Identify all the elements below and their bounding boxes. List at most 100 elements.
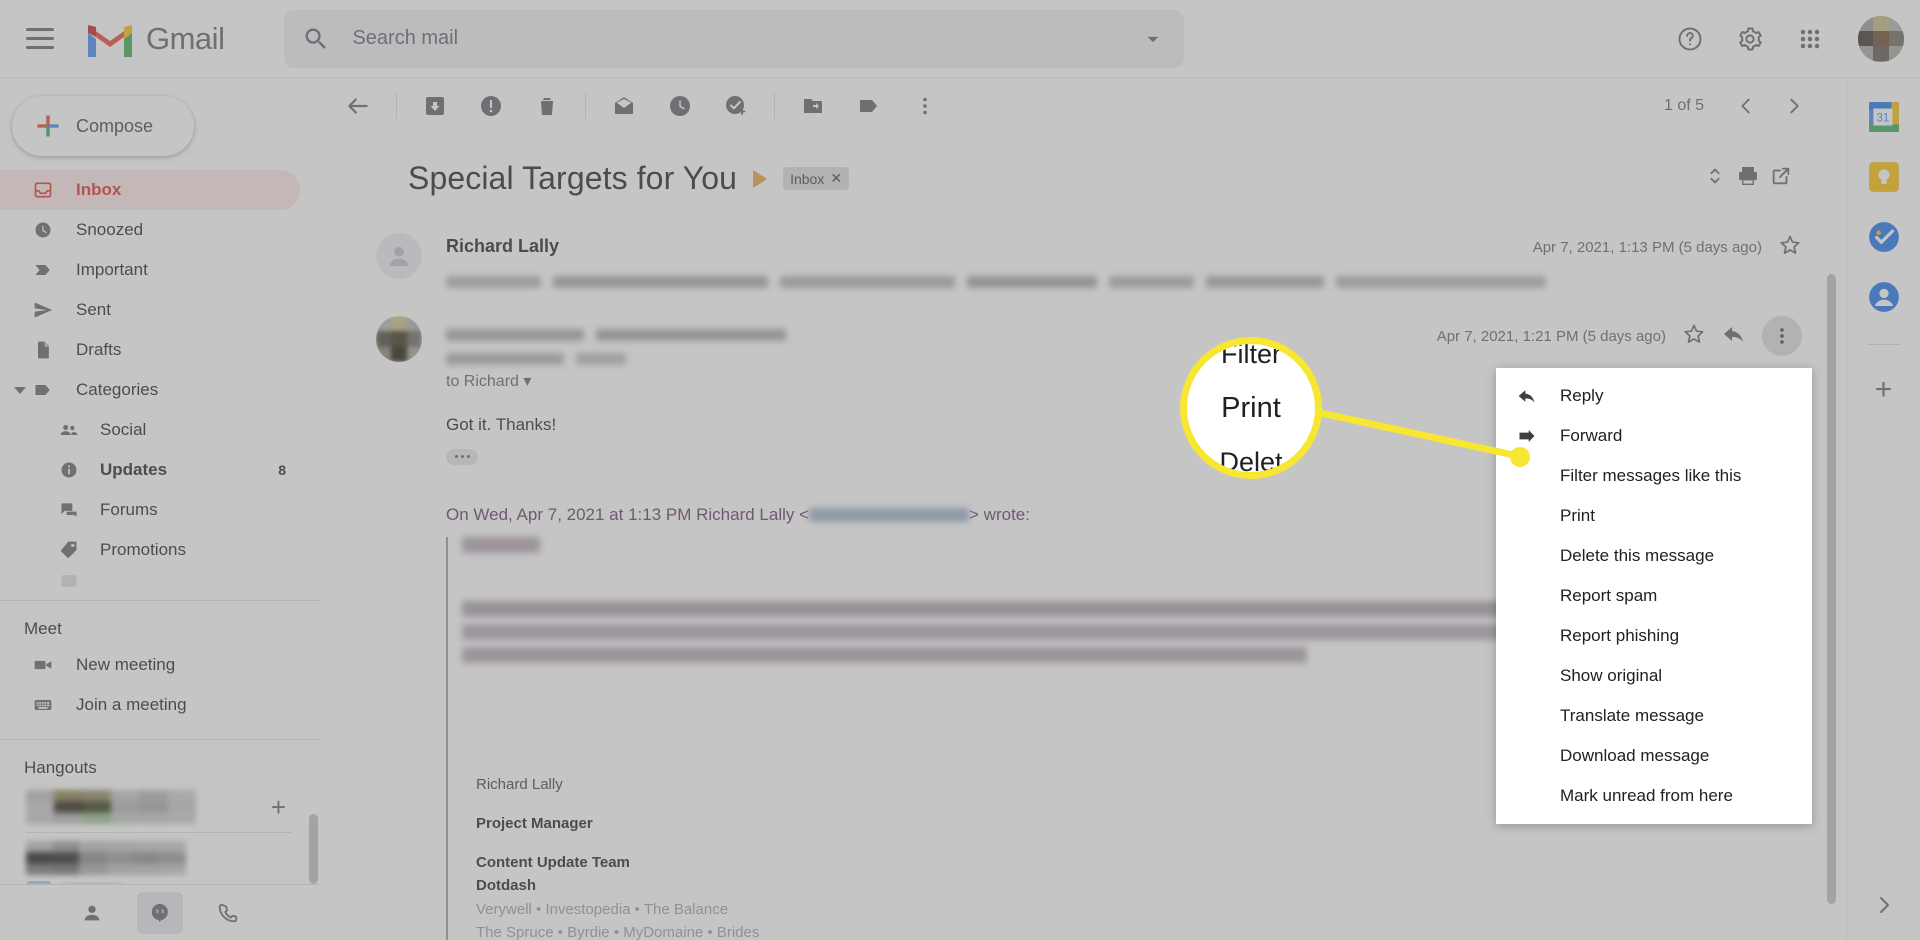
redacted-preview-line <box>446 276 1802 288</box>
sidebar-item-partial-hidden[interactable] <box>0 570 300 592</box>
report-spam-icon[interactable] <box>463 78 519 134</box>
google-contacts-icon[interactable] <box>1867 280 1901 314</box>
more-vertical-icon[interactable] <box>897 78 953 134</box>
label-chip-inbox[interactable]: Inbox ✕ <box>783 167 850 190</box>
message-more-options-menu: Reply Forward Filter messages like this … <box>1496 368 1812 824</box>
move-to-folder-icon[interactable] <box>785 78 841 134</box>
open-in-new-window-icon[interactable] <box>1770 165 1792 192</box>
message-2-header: Apr 7, 2021, 1:21 PM (5 days ago) <box>446 316 1802 365</box>
sidebar-item-snoozed[interactable]: Snoozed <box>0 210 300 250</box>
chevron-down-icon[interactable] <box>14 386 26 394</box>
menu-item-translate-message[interactable]: Translate message <box>1496 696 1812 736</box>
meet-section-title: Meet <box>24 619 62 638</box>
sidebar-item-label: Snoozed <box>76 220 144 239</box>
chevron-right-icon[interactable] <box>1872 893 1896 922</box>
quoted-intro-suffix: > wrote: <box>969 504 1030 524</box>
expand-collapse-icon[interactable] <box>1704 165 1726 192</box>
more-vertical-icon[interactable] <box>1762 316 1802 356</box>
menu-item-forward[interactable]: Forward <box>1496 416 1812 456</box>
sidebar-item-important[interactable]: Important <box>0 250 300 290</box>
hangouts-contact-row[interactable] <box>0 835 320 881</box>
compose-button[interactable]: Compose <box>12 96 194 156</box>
ellipsis-icon[interactable] <box>446 448 478 465</box>
sidebar-item-label: Drafts <box>76 340 122 359</box>
snooze-clock-icon[interactable] <box>652 78 708 134</box>
sidebar-item-join-meeting[interactable]: Join a meeting <box>0 685 300 725</box>
signature-brands-1: Verywell • Investopedia • The Balance <box>476 900 729 918</box>
redacted-quote-line <box>462 536 540 553</box>
plus-icon[interactable]: + <box>1875 375 1893 405</box>
phone-icon[interactable] <box>205 892 251 934</box>
message-date: Apr 7, 2021, 1:21 PM (5 days ago) <box>1436 327 1666 345</box>
menu-item-label: Reply <box>1560 386 1604 405</box>
print-icon[interactable] <box>1736 164 1760 193</box>
hamburger-menu-icon[interactable] <box>10 9 70 69</box>
labels-tag-icon[interactable] <box>841 78 897 134</box>
hangouts-contact-row[interactable]: + <box>0 784 320 830</box>
sidebar-item-label: Inbox <box>76 180 122 199</box>
menu-item-reply[interactable]: Reply <box>1496 376 1812 416</box>
menu-item-report-phishing[interactable]: Report phishing <box>1496 616 1812 656</box>
star-icon[interactable] <box>1778 233 1802 262</box>
menu-item-report-spam[interactable]: Report spam <box>1496 576 1812 616</box>
redacted-quote-line <box>462 646 1307 663</box>
message-1-header: Richard Lally Apr 7, 2021, 1:13 PM (5 da… <box>446 233 1802 262</box>
search-bar[interactable] <box>284 9 1185 68</box>
sidebar-item-new-meeting[interactable]: New meeting <box>0 645 300 685</box>
magnifier-content: Filter Print Delet <box>1187 344 1315 472</box>
message-1: Richard Lally Apr 7, 2021, 1:13 PM (5 da… <box>320 197 1842 288</box>
google-calendar-icon[interactable]: 31 <box>1867 100 1901 134</box>
sidebar-item-social[interactable]: Social <box>0 410 300 450</box>
sidebar-item-inbox[interactable]: Inbox <box>0 170 300 210</box>
menu-item-show-original[interactable]: Show original <box>1496 656 1812 696</box>
plus-icon[interactable]: + <box>271 794 286 820</box>
close-x-icon[interactable]: ✕ <box>830 170 842 187</box>
add-to-tasks-icon[interactable] <box>708 78 764 134</box>
menu-item-delete-this-message[interactable]: Delete this message <box>1496 536 1812 576</box>
menu-item-print[interactable]: Print <box>1496 496 1812 536</box>
chevron-down-icon[interactable] <box>1140 26 1166 52</box>
thread-tools <box>1704 164 1842 193</box>
search-input[interactable] <box>352 27 1141 50</box>
google-tasks-icon[interactable] <box>1867 220 1901 254</box>
sidebar-item-categories[interactable]: Categories <box>0 370 300 410</box>
toolbar-divider <box>396 93 397 119</box>
apps-grid-icon[interactable] <box>1784 13 1836 65</box>
sidebar-item-sent[interactable]: Sent <box>0 290 300 330</box>
message-pane-scrollbar[interactable] <box>1827 274 1836 904</box>
reply-arrow-icon[interactable] <box>1722 322 1746 351</box>
page-count-label: 1 of 5 <box>1663 97 1704 114</box>
archive-icon[interactable] <box>407 78 463 134</box>
signature-company: Dotdash <box>476 877 536 895</box>
gear-icon[interactable] <box>1724 13 1776 65</box>
partial-icon <box>58 570 80 592</box>
people-icon <box>58 419 80 441</box>
person-icon[interactable] <box>69 892 115 934</box>
back-arrow-icon[interactable] <box>330 78 386 134</box>
menu-item-mark-unread-from-here[interactable]: Mark unread from here <box>1496 776 1812 816</box>
important-marker-icon[interactable] <box>753 169 768 188</box>
pagination-controls: 1 of 5 <box>1664 84 1842 128</box>
delete-trash-icon[interactable] <box>519 78 575 134</box>
gmail-logo[interactable]: Gmail <box>84 19 225 59</box>
chevron-left-icon[interactable] <box>1724 84 1768 128</box>
sidebar-item-label: Join a meeting <box>76 695 187 714</box>
hangouts-section-title: Hangouts <box>24 758 97 777</box>
google-keep-icon[interactable] <box>1867 160 1901 194</box>
blank-icon <box>1516 625 1538 647</box>
sidebar-item-promotions[interactable]: Promotions <box>0 530 300 570</box>
account-avatar[interactable] <box>1858 15 1904 62</box>
chevron-right-icon[interactable] <box>1772 84 1816 128</box>
sidebar-scrollbar[interactable] <box>309 814 318 884</box>
mark-unread-icon[interactable] <box>596 78 652 134</box>
menu-item-download-message[interactable]: Download message <box>1496 736 1812 776</box>
menu-item-filter-messages[interactable]: Filter messages like this <box>1496 456 1812 496</box>
hangouts-icon[interactable] <box>137 891 183 934</box>
sidebar-item-drafts[interactable]: Drafts <box>0 330 300 370</box>
blank-icon <box>1516 465 1538 487</box>
star-icon[interactable] <box>1682 322 1706 351</box>
sidebar-item-updates[interactable]: Updates 8 <box>0 450 300 490</box>
help-icon[interactable] <box>1664 13 1716 65</box>
chevron-down-icon[interactable]: ▾ <box>523 373 531 390</box>
sidebar-item-forums[interactable]: Forums <box>0 490 300 530</box>
